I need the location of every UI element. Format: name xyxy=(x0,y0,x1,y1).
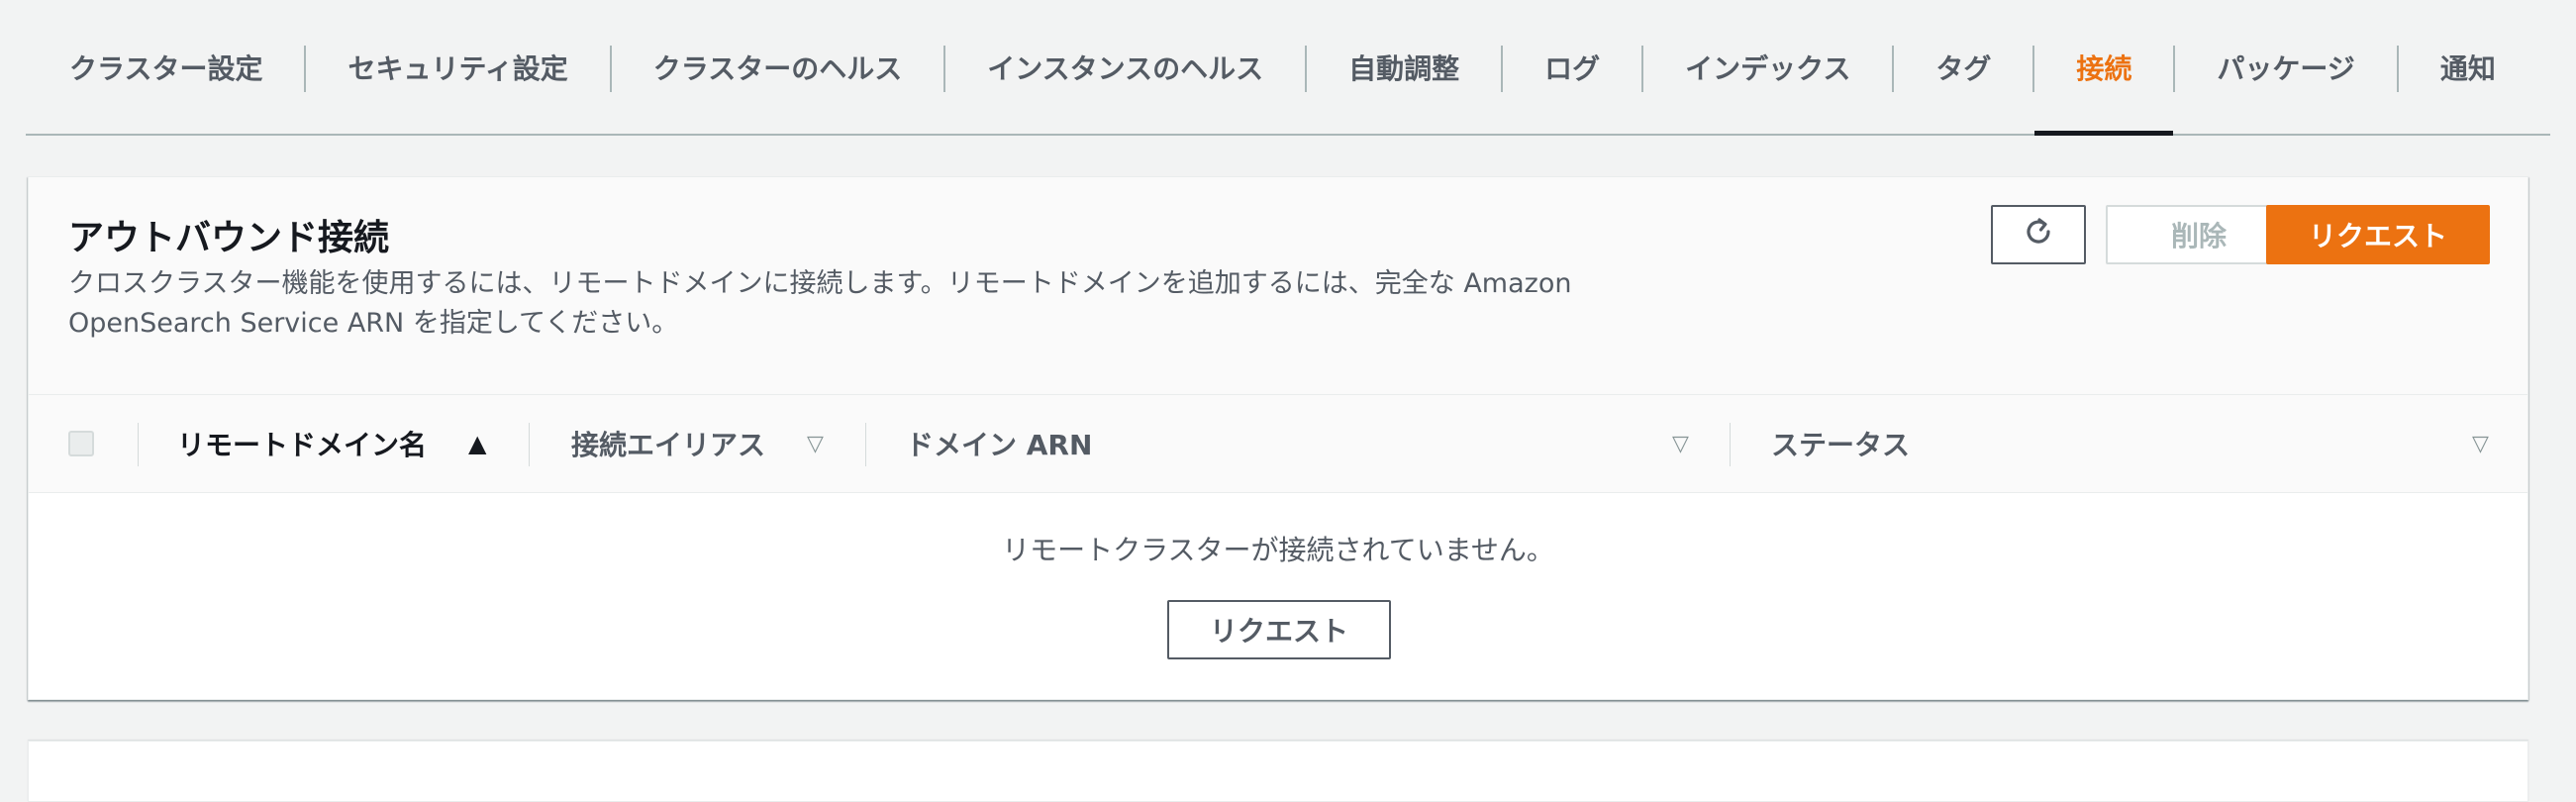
column-domain-arn[interactable]: ドメイン ARN xyxy=(906,395,1092,492)
panel-header: アウトバウンド接続 クロスクラスター機能を使用するには、リモートドメインに接続し… xyxy=(29,177,2527,395)
column-remote-domain-name[interactable]: リモートドメイン名 xyxy=(177,395,427,492)
sort-icon[interactable]: ▽ xyxy=(807,395,824,492)
tab-connections[interactable]: 接続 xyxy=(2034,0,2174,136)
refresh-icon xyxy=(2021,214,2056,256)
refresh-button[interactable] xyxy=(1991,205,2086,264)
empty-state-text: リモートクラスターが接続されていません。 xyxy=(1002,534,1554,566)
tab-cluster-health[interactable]: クラスターのヘルス xyxy=(612,0,943,134)
tab-logs[interactable]: ログ xyxy=(1503,0,1641,134)
outbound-connections-panel: アウトバウンド接続 クロスクラスター機能を使用するには、リモートドメインに接続し… xyxy=(28,176,2528,700)
column-divider xyxy=(1730,423,1731,466)
sort-ascending-icon[interactable]: ▲ xyxy=(468,395,486,492)
next-panel xyxy=(28,741,2528,802)
panel-description: クロスクラスター機能を使用するには、リモートドメインに接続します。リモートドメイ… xyxy=(68,268,1572,339)
tab-security-config[interactable]: セキュリティ設定 xyxy=(306,0,609,134)
column-status[interactable]: ステータス xyxy=(1771,395,1910,492)
tab-notifications[interactable]: 通知 xyxy=(2399,0,2537,134)
empty-state-request-button[interactable]: リクエスト xyxy=(1167,600,1391,659)
tab-auto-tune[interactable]: 自動調整 xyxy=(1307,0,1501,134)
column-connection-alias[interactable]: 接続エイリアス xyxy=(571,395,765,492)
tab-packages[interactable]: パッケージ xyxy=(2175,0,2396,134)
column-divider xyxy=(865,423,866,466)
sort-icon[interactable]: ▽ xyxy=(2472,395,2489,492)
column-divider xyxy=(529,423,530,466)
tab-bar: クラスター設定 セキュリティ設定 クラスターのヘルス インスタンスのヘルス 自動… xyxy=(26,0,2550,136)
request-button[interactable]: リクエスト xyxy=(2266,205,2490,264)
tab-tags[interactable]: タグ xyxy=(1894,0,2032,134)
select-all-checkbox[interactable] xyxy=(68,431,94,456)
delete-button[interactable]: 削除 xyxy=(2106,205,2292,264)
sort-icon[interactable]: ▽ xyxy=(1672,395,1689,492)
tab-instance-health[interactable]: インスタンスのヘルス xyxy=(945,0,1305,134)
tab-cluster-config[interactable]: クラスター設定 xyxy=(26,0,304,134)
table-header: リモートドメイン名 ▲ 接続エイリアス ▽ ドメイン ARN ▽ ステータス ▽ xyxy=(29,395,2527,493)
panel-title: アウトバウンド接続 xyxy=(68,218,390,258)
column-divider xyxy=(138,423,139,466)
tab-indices[interactable]: インデックス xyxy=(1643,0,1892,134)
